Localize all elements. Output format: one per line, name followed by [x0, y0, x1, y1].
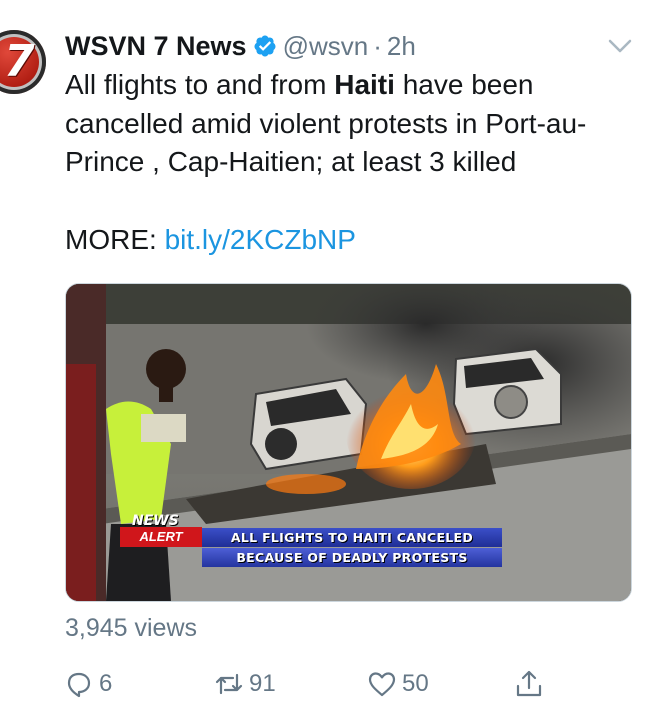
avatar-logo-text: 7	[4, 36, 35, 87]
reply-icon	[67, 672, 91, 698]
lower-third-line2: BECAUSE OF DEADLY PROTESTS	[202, 548, 502, 567]
like-icon	[368, 672, 396, 697]
verified-badge-icon	[254, 35, 276, 57]
view-count[interactable]: 3,945 views	[65, 614, 197, 643]
more-link[interactable]: bit.ly/2KCZbNP	[165, 224, 356, 255]
more-line: MORE: bit.ly/2KCZbNP	[65, 221, 356, 259]
share-button[interactable]	[513, 664, 545, 704]
share-icon	[516, 670, 542, 697]
tweet-text-part1: All flights to and from	[65, 69, 335, 100]
chevron-down-icon[interactable]	[606, 34, 634, 58]
like-button[interactable]: 50	[366, 664, 429, 704]
tweet-timestamp[interactable]: 2h	[387, 31, 416, 62]
reply-count: 6	[99, 670, 113, 697]
retweet-icon	[215, 673, 243, 695]
header-separator: ·	[373, 30, 382, 61]
retweet-count: 91	[249, 670, 276, 697]
retweet-button[interactable]: 91	[213, 664, 276, 704]
author-handle[interactable]: @wsvn	[283, 31, 369, 62]
author-name[interactable]: WSVN 7 News	[65, 31, 247, 62]
tweet-media-image[interactable]: NEWS ALERT ALL FLIGHTS TO HAITI CANCELED…	[65, 283, 632, 602]
tweet-header: WSVN 7 News @wsvn · 2h	[65, 26, 416, 66]
lower-third-line1: ALL FLIGHTS TO HAITI CANCELED	[202, 528, 502, 547]
tweet-text: All flights to and from Haiti have been …	[65, 66, 650, 182]
avatar[interactable]: 7	[0, 30, 46, 94]
reply-button[interactable]: 6	[63, 664, 112, 704]
like-count: 50	[402, 670, 429, 697]
action-bar: 6 91 50	[63, 664, 563, 704]
lower-third-banner: ALL FLIGHTS TO HAITI CANCELED BECAUSE OF…	[202, 528, 502, 567]
alert-label: ALERT	[120, 527, 202, 547]
more-label: MORE:	[65, 224, 165, 255]
tweet-text-bold: Haiti	[334, 69, 395, 100]
